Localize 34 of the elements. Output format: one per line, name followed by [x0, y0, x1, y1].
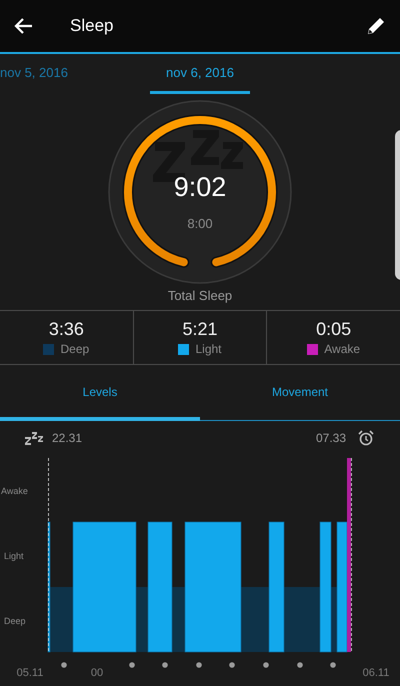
total-sleep-time: 9:02 [172, 172, 228, 203]
stat-value: 0:05 [316, 319, 352, 340]
time-axis-label: 06.11 [362, 667, 390, 679]
stat-value: 5:21 [182, 319, 218, 340]
back-arrow-icon [14, 16, 34, 36]
wake-time: 07.33 [316, 431, 346, 445]
timeline-dot [297, 662, 303, 668]
view-tab[interactable]: Movement [200, 365, 400, 421]
timeline-dot [162, 662, 168, 668]
level-label: Awake [1, 486, 28, 496]
level-label: Deep [4, 616, 26, 626]
level-label: Light [4, 551, 24, 561]
date-tab[interactable]: nov 6, 2016 [150, 54, 250, 94]
timeline-dot [330, 662, 336, 668]
total-sleep-label: Total Sleep [166, 288, 234, 305]
timeline-dot [61, 662, 67, 668]
sleep-start-time: 22.31 [52, 431, 82, 445]
stat-label: Light [195, 342, 222, 356]
timeline-dot [196, 662, 202, 668]
alarm-clock-icon [358, 430, 374, 446]
time-axis-label: 00 [90, 667, 104, 679]
sleep-goal: 8:00 [186, 216, 214, 231]
time-axis-label: 05.11 [16, 667, 44, 679]
timeline-dot [129, 662, 135, 668]
date-tab[interactable]: nov 5, 2016 [0, 54, 150, 94]
stat-value: 3:36 [48, 319, 84, 340]
timeline-dot [229, 662, 235, 668]
stat-label: Awake [324, 342, 360, 356]
sleep-icon [25, 431, 43, 445]
screen-title: Sleep [70, 16, 114, 36]
timeline-dot [263, 662, 269, 668]
view-tab[interactable]: Levels [0, 365, 200, 421]
pencil-icon [365, 15, 387, 37]
stat-label: Deep [60, 342, 90, 356]
